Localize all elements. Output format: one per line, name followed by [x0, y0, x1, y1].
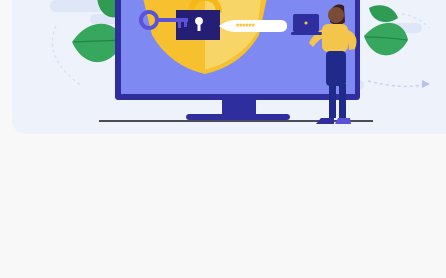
password-mask: ****** [236, 23, 256, 32]
illustration-card: ****** [12, 0, 446, 134]
security-illustration: ****** [50, 0, 430, 124]
page: ****** [0, 0, 446, 278]
laptop-icon [291, 14, 322, 35]
right-leaf-icon [364, 5, 408, 56]
